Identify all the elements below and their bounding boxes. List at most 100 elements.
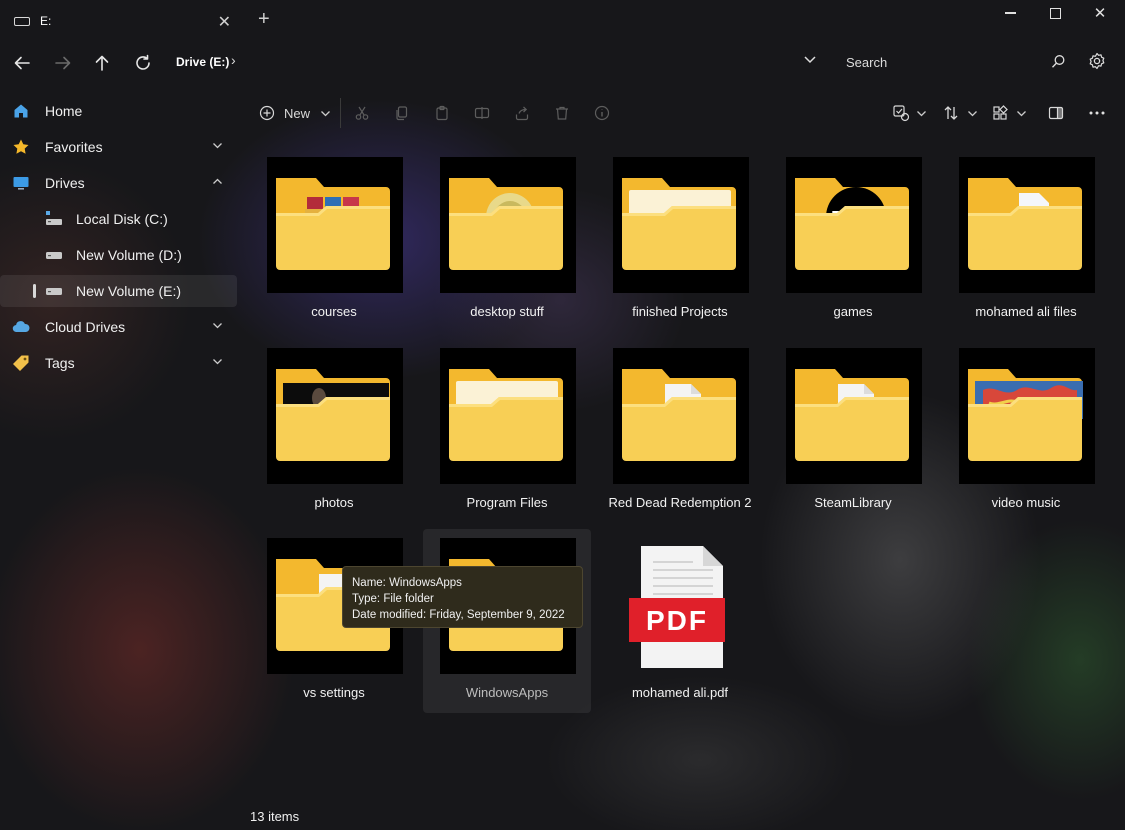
tag-icon (12, 354, 30, 372)
sort-button[interactable] (943, 102, 978, 124)
cut-icon[interactable] (354, 102, 370, 124)
chevron-down-icon (917, 110, 926, 116)
back-icon[interactable] (9, 50, 35, 76)
tooltip-date-modified: Date modified: Friday, September 9, 2022 (352, 609, 565, 621)
chevron-down-icon (968, 110, 977, 116)
sidebar-item-label: Drives (45, 175, 85, 191)
sidebar-item-cloud-drives[interactable]: Cloud Drives (0, 311, 237, 343)
properties-icon[interactable] (594, 102, 610, 124)
close-window-button[interactable]: ✕ (1075, 0, 1125, 26)
item-label: mohamed ali files (975, 304, 1077, 319)
sidebar-item-new-volume-d[interactable]: New Volume (D:) (0, 239, 237, 271)
history-chevron-down-icon[interactable] (803, 52, 817, 69)
toolbar-divider (340, 98, 341, 128)
sidebar-item-local-disk-c[interactable]: Local Disk (C:) (0, 203, 237, 235)
folder-item[interactable]: DODI games (769, 148, 937, 332)
drive-icon (45, 246, 63, 264)
status-item-count: 13 items (250, 809, 300, 824)
chevron-up-icon[interactable] (212, 176, 223, 190)
folder-item[interactable]: photos (250, 339, 418, 523)
item-label: Red Dead Redemption 2 (608, 495, 752, 510)
item-label: courses (311, 304, 357, 319)
plus-circle-icon (259, 105, 275, 121)
folder-item[interactable]: video music (942, 339, 1110, 523)
item-label: Program Files (466, 495, 548, 510)
paste-icon[interactable] (434, 102, 450, 124)
item-label: WindowsApps (465, 685, 549, 700)
item-label: vs settings (303, 685, 365, 700)
refresh-icon[interactable] (130, 50, 156, 76)
chevron-down-icon[interactable] (212, 140, 223, 154)
toolbar: New (250, 96, 1120, 130)
sidebar-item-home[interactable]: Home (0, 95, 237, 127)
close-tab-icon[interactable]: ✕ (218, 12, 231, 32)
folder-item[interactable]: courses (250, 148, 418, 332)
star-icon (12, 138, 30, 156)
preview-pane-icon[interactable] (1048, 102, 1064, 124)
sidebar-item-label: New Volume (D:) (76, 247, 182, 263)
folder-item[interactable]: SteamLibrary (769, 339, 937, 523)
selection-indicator (33, 284, 36, 298)
item-label: games (833, 304, 873, 319)
select-icon (893, 105, 910, 122)
gear-icon[interactable] (1088, 52, 1106, 75)
pdf-badge-text: PDF (646, 605, 708, 636)
chevron-down-icon (321, 110, 330, 116)
breadcrumb-chevron-icon[interactable]: › (231, 52, 236, 68)
folder-item[interactable]: Program Files (423, 339, 591, 523)
navigation-bar: Drive (E:) › (0, 44, 1125, 80)
drive-icon (45, 282, 63, 300)
share-icon[interactable] (514, 102, 530, 124)
sidebar-item-label: Home (45, 103, 83, 119)
new-button[interactable]: New (259, 102, 331, 124)
sidebar-item-favorites[interactable]: Favorites (0, 131, 237, 163)
folder-item[interactable]: Wmohamed ali files (942, 148, 1110, 332)
item-label: desktop stuff (470, 304, 544, 319)
item-tooltip: Name: WindowsApps Type: File folder Date… (342, 566, 583, 628)
monitor-icon (12, 174, 30, 192)
sidebar-item-label: New Volume (E:) (76, 283, 182, 299)
sidebar-item-label: Cloud Drives (45, 319, 126, 335)
file-item[interactable]: PDF mohamed ali.pdf (596, 529, 764, 713)
more-options-icon[interactable] (1088, 102, 1106, 124)
selection-options-button[interactable] (892, 102, 927, 124)
drive-icon (14, 16, 30, 26)
maximize-button[interactable] (1030, 0, 1080, 26)
folder-item[interactable]: Red Dead Redemption 2 (596, 339, 764, 523)
folder-icon (959, 348, 1095, 484)
sidebar-item-new-volume-e[interactable]: New Volume (E:) (0, 275, 237, 307)
search-box[interactable] (834, 48, 1074, 76)
folder-item[interactable]: finished Projects (596, 148, 764, 332)
sidebar-item-tags[interactable]: Tags (0, 347, 237, 379)
tooltip-name: Name: WindowsApps (352, 577, 462, 589)
folder-icon (267, 348, 403, 484)
new-button-label: New (284, 105, 311, 121)
sidebar-item-drives[interactable]: Drives (0, 167, 237, 199)
breadcrumb-drive-e[interactable]: Drive (E:) (176, 55, 229, 69)
title-bar: E: ✕ + ✕ (0, 0, 1125, 42)
item-label: photos (314, 495, 354, 510)
chevron-down-icon[interactable] (212, 320, 223, 334)
rename-icon[interactable] (474, 102, 490, 124)
chevron-down-icon[interactable] (212, 356, 223, 370)
delete-icon[interactable] (554, 102, 570, 124)
search-input[interactable] (846, 54, 1036, 70)
new-tab-icon[interactable]: + (258, 8, 270, 31)
tab-drive-e[interactable]: E: ✕ (0, 0, 245, 42)
folder-icon (613, 348, 749, 484)
chevron-down-icon (1017, 110, 1026, 116)
pdf-file-icon: PDF (613, 538, 749, 674)
up-icon[interactable] (89, 50, 115, 76)
copy-icon[interactable] (394, 102, 410, 124)
folder-icon (267, 157, 403, 293)
layout-button[interactable] (992, 102, 1027, 124)
folder-item[interactable]: desktop stuff (423, 148, 591, 332)
minimize-button[interactable] (985, 0, 1035, 26)
item-label: finished Projects (632, 304, 728, 319)
windows-drive-icon (45, 210, 63, 228)
sort-icon (944, 106, 958, 120)
forward-icon[interactable] (50, 50, 76, 76)
home-icon (12, 102, 30, 120)
folder-icon (613, 157, 749, 293)
search-icon[interactable] (1051, 54, 1066, 74)
